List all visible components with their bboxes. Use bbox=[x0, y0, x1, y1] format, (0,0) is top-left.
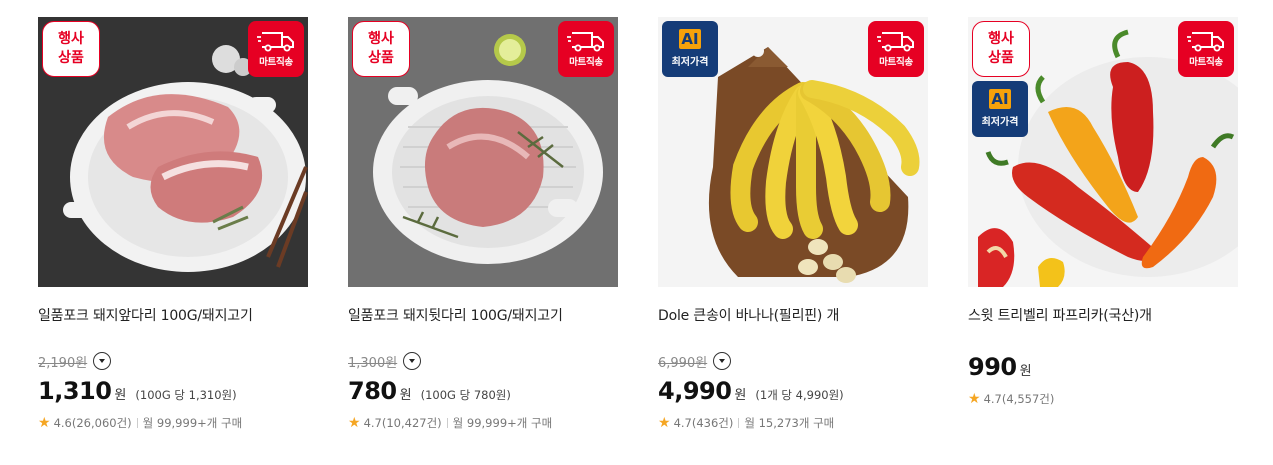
original-price: 6,990원 bbox=[658, 355, 708, 371]
rating-value: 4.7 bbox=[363, 416, 382, 430]
mart-direct-label: 마트직송 bbox=[1189, 57, 1223, 68]
currency-label: 원 bbox=[734, 388, 747, 403]
product-title[interactable]: 일품포크 돼지앞다리 100G/돼지고기 bbox=[38, 305, 253, 325]
original-price: 1,300원 bbox=[348, 355, 398, 371]
currency-label: 원 bbox=[399, 388, 412, 403]
mart-direct-delivery-badge: 마트직송 bbox=[868, 21, 924, 77]
sale-price: 780 bbox=[348, 377, 397, 405]
mart-direct-delivery-badge: 마트직송 bbox=[1178, 21, 1234, 77]
divider bbox=[446, 418, 448, 428]
price-info-toggle-icon[interactable] bbox=[713, 352, 732, 370]
event-product-badge: 행사 상품 bbox=[352, 21, 410, 77]
monthly-purchases: 월 99,999+개 구매 bbox=[142, 416, 243, 430]
product-image-paprika[interactable]: 행사 상품 AI 최저가격 마트직송 bbox=[968, 17, 1238, 287]
rating-value: 4.7 bbox=[673, 416, 692, 430]
price-info-toggle-icon[interactable] bbox=[93, 352, 112, 370]
rating-value: 4.7 bbox=[983, 392, 1002, 406]
unit-price: (100G 당 1,310원) bbox=[135, 388, 237, 402]
star-icon: ★ bbox=[658, 415, 671, 431]
mart-direct-label: 마트직송 bbox=[259, 57, 293, 68]
original-price: 2,190원 bbox=[38, 355, 88, 371]
sale-price: 1,310 bbox=[38, 377, 112, 405]
product-card[interactable]: 행사 상품 AI 최저가격 마트직송 스윗 트리벨리 파프리카(국산)개 990… bbox=[968, 17, 1238, 457]
event-product-badge: 행사 상품 bbox=[972, 21, 1030, 77]
mart-direct-label: 마트직송 bbox=[879, 57, 913, 68]
star-icon: ★ bbox=[348, 415, 361, 431]
sale-price: 4,990 bbox=[658, 377, 732, 405]
ai-lowest-price-label: 최저가격 bbox=[671, 57, 709, 68]
product-image-pork-hind-leg[interactable]: 행사 상품 마트직송 bbox=[348, 17, 618, 287]
ai-lowest-price-label: 최저가격 bbox=[981, 117, 1019, 128]
divider bbox=[136, 418, 138, 428]
monthly-purchases: 월 99,999+개 구매 bbox=[452, 416, 553, 430]
review-count: (26,060건) bbox=[71, 416, 132, 430]
monthly-purchases: 월 15,273개 구매 bbox=[744, 416, 835, 430]
product-image-pork-front-leg[interactable]: 행사 상품 마트직송 bbox=[38, 17, 308, 287]
currency-label: 원 bbox=[1019, 364, 1032, 379]
product-card[interactable]: 행사 상품 마트직송 일품포크 돼지뒷다리 100G/돼지고기 1,300원 7… bbox=[348, 17, 618, 457]
divider bbox=[738, 418, 740, 428]
review-count: (4,557건) bbox=[1001, 392, 1055, 406]
product-title[interactable]: 일품포크 돼지뒷다리 100G/돼지고기 bbox=[348, 305, 563, 325]
product-card[interactable]: AI 최저가격 마트직송 Dole 큰송이 바나나(필리핀) 개 6,990원 … bbox=[658, 17, 928, 457]
star-icon: ★ bbox=[968, 391, 981, 407]
product-title[interactable]: 스윗 트리벨리 파프리카(국산)개 bbox=[968, 305, 1152, 325]
event-product-badge: 행사 상품 bbox=[42, 21, 100, 77]
rating-value: 4.6 bbox=[53, 416, 72, 430]
truck-icon bbox=[567, 32, 604, 52]
review-count: (10,427건) bbox=[381, 416, 442, 430]
star-icon: ★ bbox=[38, 415, 51, 431]
truck-icon bbox=[877, 32, 914, 52]
sale-price: 990 bbox=[968, 353, 1017, 381]
mart-direct-delivery-badge: 마트직송 bbox=[558, 21, 614, 77]
ai-lowest-price-badge: AI 최저가격 bbox=[972, 81, 1028, 137]
review-count: (436건) bbox=[691, 416, 734, 430]
product-title[interactable]: Dole 큰송이 바나나(필리핀) 개 bbox=[658, 305, 839, 325]
truck-icon bbox=[257, 32, 294, 52]
ai-lowest-price-badge: AI 최저가격 bbox=[662, 21, 718, 77]
product-image-banana[interactable]: AI 최저가격 마트직송 bbox=[658, 17, 928, 287]
ai-label: AI bbox=[989, 89, 1011, 109]
currency-label: 원 bbox=[114, 388, 127, 403]
mart-direct-label: 마트직송 bbox=[569, 57, 603, 68]
truck-icon bbox=[1187, 32, 1224, 52]
product-card[interactable]: 행사 상품 마트직송 일품포크 돼지앞다리 100G/돼지고기 2,190원 1… bbox=[38, 17, 308, 457]
ai-label: AI bbox=[679, 29, 701, 49]
unit-price: (1개 당 4,990원) bbox=[755, 388, 844, 402]
price-info-toggle-icon[interactable] bbox=[403, 352, 422, 370]
mart-direct-delivery-badge: 마트직송 bbox=[248, 21, 304, 77]
unit-price: (100G 당 780원) bbox=[420, 388, 511, 402]
